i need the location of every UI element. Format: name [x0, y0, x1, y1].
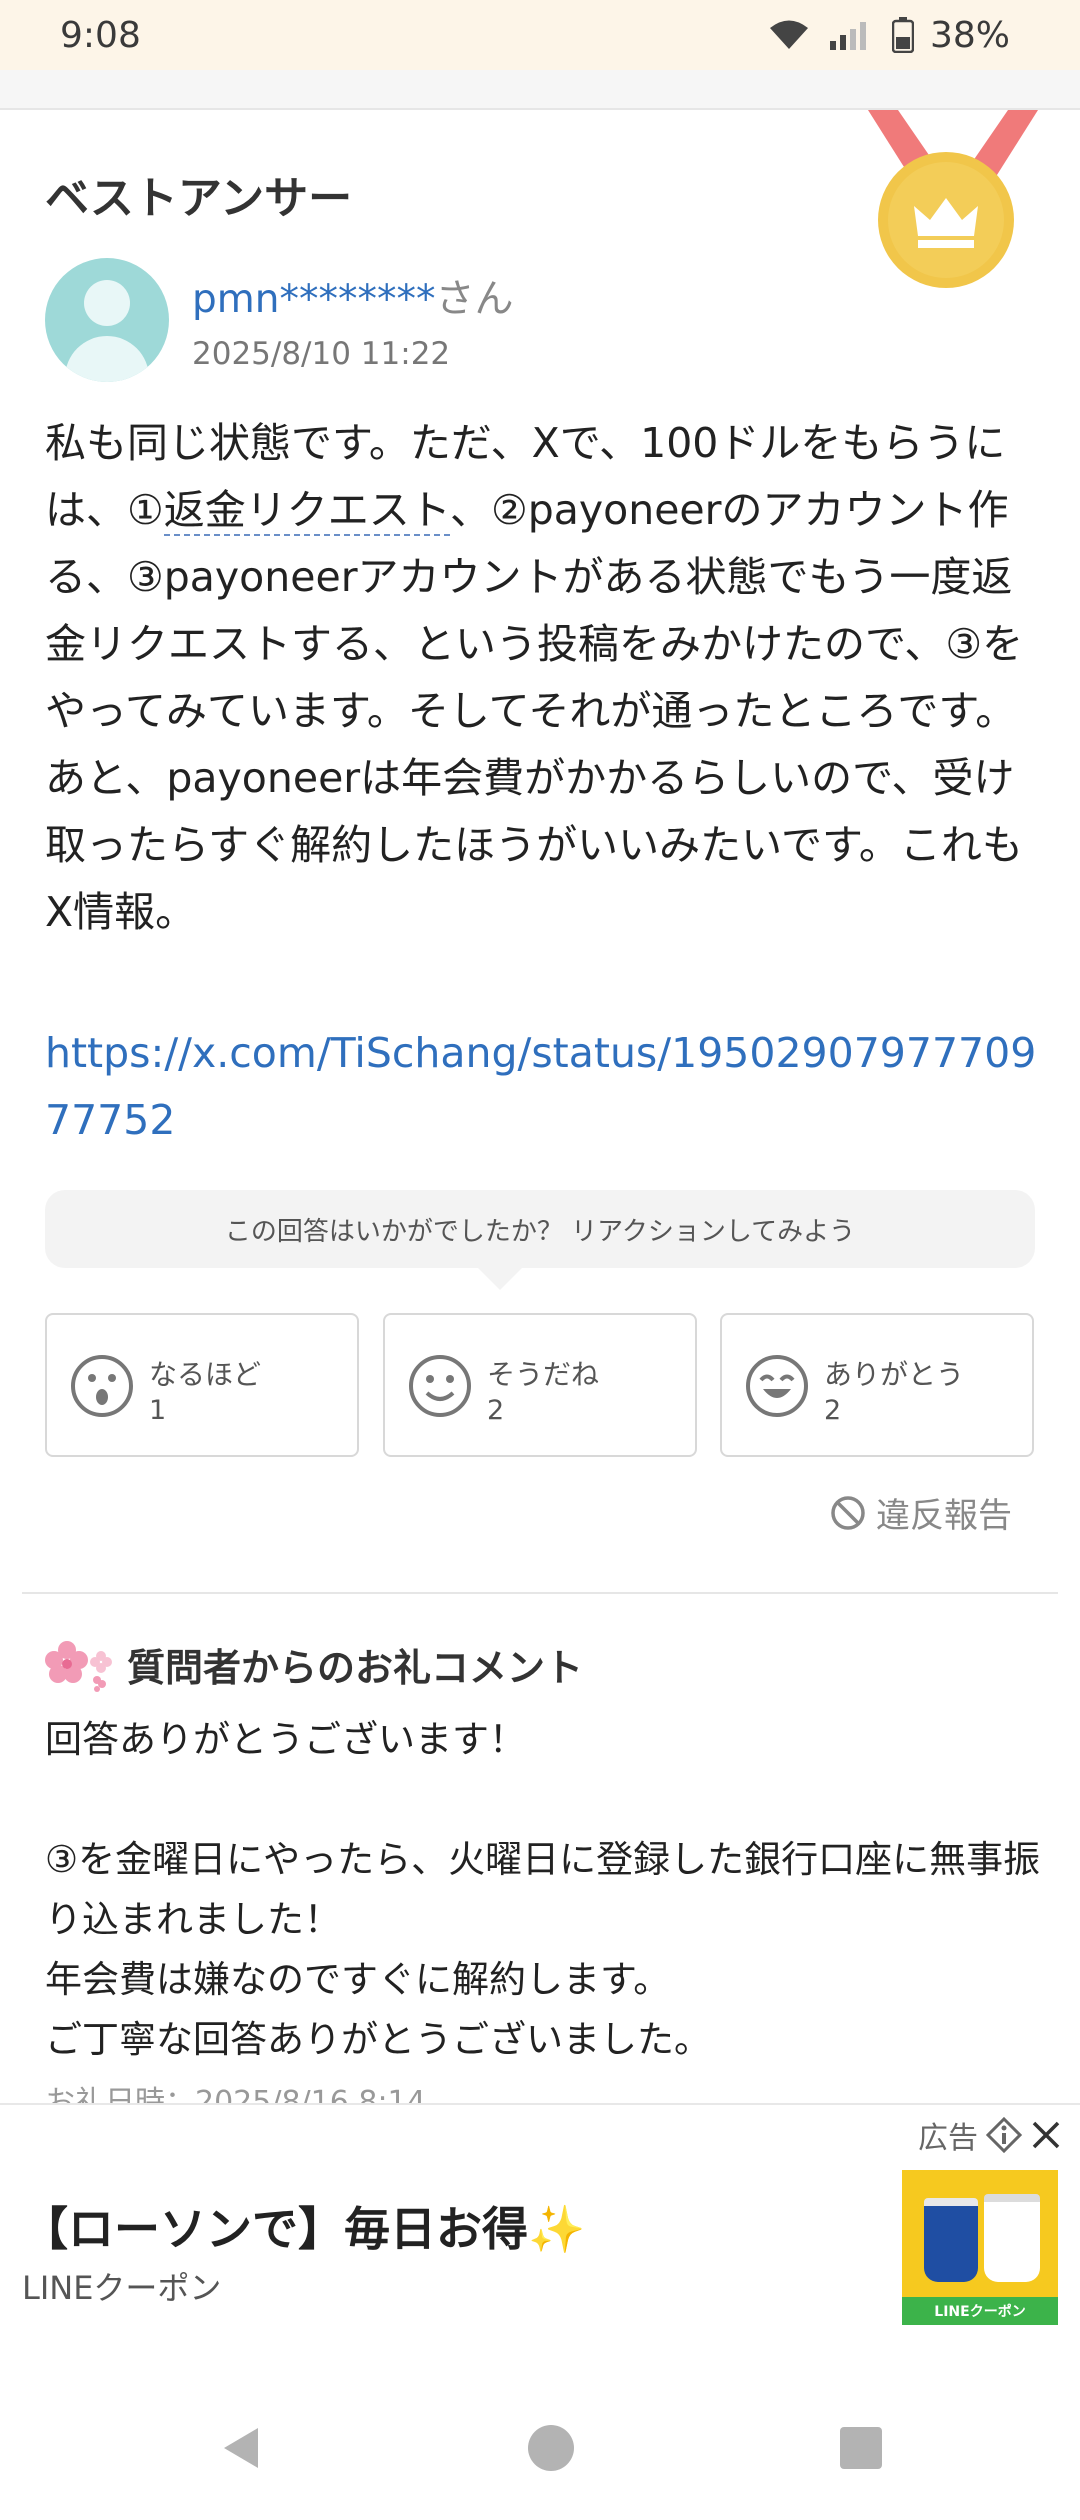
- thanks-date: お礼日時：2025/8/16 8:14: [45, 2085, 426, 2105]
- answer-text-3: あと、payoneerは年会費がかかるらしいので、受け取ったらすぐ解約したほうが…: [45, 754, 1023, 936]
- header-strip: [0, 70, 1080, 110]
- user-name-link[interactable]: pmn********: [192, 277, 435, 322]
- reaction-soudane-button[interactable]: そうだね 2: [383, 1313, 697, 1457]
- coffee-cup-image: [924, 2198, 978, 2282]
- ad-advertiser: LINEクーポン: [22, 2269, 222, 2307]
- ad-label: 広告: [918, 2121, 978, 2156]
- reaction-count: 2: [487, 1395, 505, 1426]
- reaction-label: なるほど: [149, 1358, 262, 1391]
- user-info: pmn********さん: [192, 268, 513, 324]
- ad-label-group: 広告: [918, 2113, 1062, 2157]
- thanks-header: 質問者からのお礼コメント: [45, 1636, 583, 1692]
- answer-date: 2025/8/10 11:22: [192, 336, 451, 372]
- crown-medal-icon: [868, 110, 1038, 288]
- reaction-prompt: この回答はいかがでしたか？ リアクションしてみよう: [45, 1190, 1035, 1268]
- back-icon[interactable]: [216, 2423, 266, 2473]
- thanks-title: 質問者からのお礼コメント: [127, 1645, 584, 1690]
- ad-title[interactable]: 【ローソンで】毎日お得✨: [22, 2193, 585, 2259]
- system-nav-bar: [0, 2388, 1080, 2520]
- status-icons: 38%: [768, 15, 1010, 56]
- status-time: 9:08: [60, 14, 141, 56]
- reaction-label: そうだね: [487, 1358, 600, 1391]
- avatar[interactable]: [45, 258, 169, 382]
- coffee-cup-image: [984, 2194, 1040, 2282]
- wifi-icon: [769, 20, 808, 49]
- grin-face-icon: [746, 1355, 808, 1417]
- divider: [22, 1592, 1058, 1594]
- recents-icon[interactable]: [838, 2423, 884, 2473]
- close-icon[interactable]: [1030, 2119, 1062, 2151]
- smile-face-icon: [409, 1355, 471, 1417]
- reaction-label: ありがとう: [824, 1358, 965, 1391]
- adchoices-icon[interactable]: [986, 2117, 1022, 2153]
- thanks-body: 回答ありがとうございます！ ③を金曜日にやったら、火曜日に登録した銀行口座に無事…: [45, 1718, 1041, 2061]
- reaction-prompt-tail: [478, 1268, 522, 1290]
- sakura-icon: [45, 1641, 112, 1692]
- answer-body: 私も同じ状態です。ただ、Xで、100ドルをもらうには、①返金リクエスト、②pay…: [45, 410, 1045, 946]
- ad-banner[interactable]: 広告 【ローソンで】毎日お得✨ LINEクーポン LINEクーポン: [0, 2103, 1080, 2388]
- ad-image[interactable]: LINEクーポン: [902, 2170, 1058, 2325]
- ad-image-caption: LINEクーポン: [902, 2297, 1058, 2325]
- status-bar: 9:08 38%: [0, 0, 1080, 70]
- reaction-count: 1: [149, 1395, 167, 1426]
- cell-signal-icon: [829, 22, 866, 50]
- reaction-count: 2: [824, 1395, 842, 1426]
- home-icon[interactable]: [526, 2423, 576, 2473]
- surprised-face-icon: [71, 1355, 133, 1417]
- prohibited-icon: [831, 1495, 865, 1530]
- answer-url-link[interactable]: https://x.com/TiSchang/status/1950290797…: [45, 1020, 1045, 1154]
- report-label: 違反報告: [876, 1496, 1012, 1536]
- battery-percent: 38%: [929, 14, 1010, 56]
- battery-icon: [891, 17, 914, 53]
- user-suffix: さん: [435, 277, 514, 322]
- dictionary-link[interactable]: 返金リクエスト: [163, 486, 450, 536]
- reaction-arigatou-button[interactable]: ありがとう 2: [720, 1313, 1034, 1457]
- report-button[interactable]: 違反報告: [830, 1488, 1012, 1537]
- reaction-naruhodo-button[interactable]: なるほど 1: [45, 1313, 359, 1457]
- best-answer-heading: ベストアンサー: [45, 173, 353, 224]
